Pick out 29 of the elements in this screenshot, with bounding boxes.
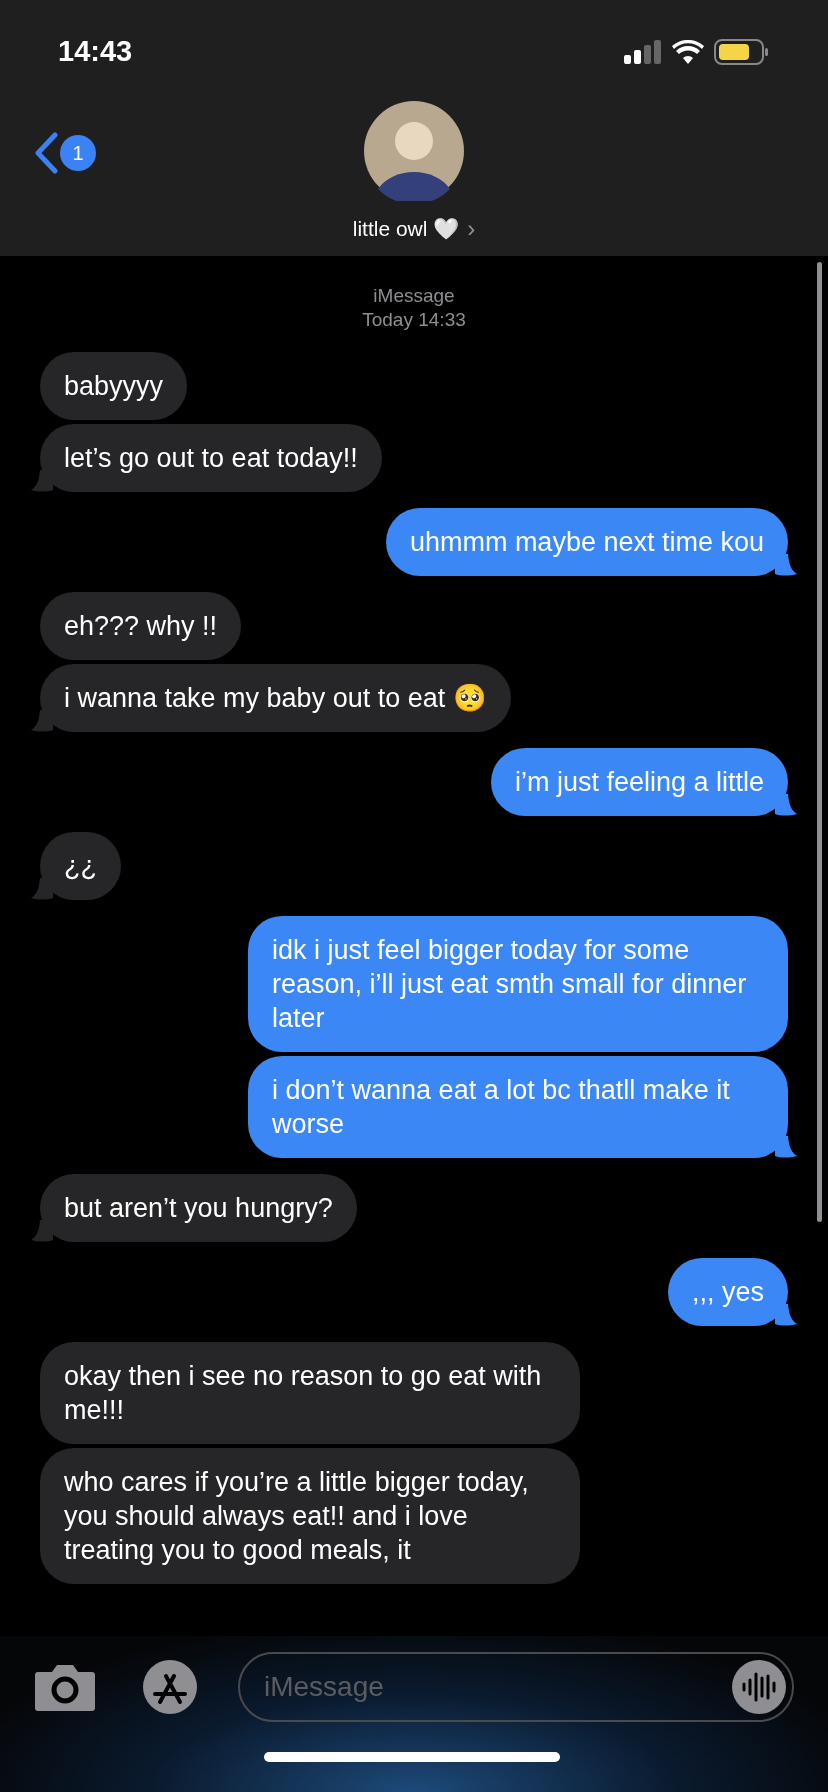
timestamp: Today 14:33	[362, 308, 466, 332]
message-bubble: uhmmm maybe next time kou	[385, 508, 788, 576]
message-bubble: who cares if you’re a little bigger today, you should always eat!! and i love treating you to good meals, it	[40, 1448, 580, 1584]
message-input-field[interactable]: iMessage	[238, 1652, 794, 1722]
unread-badge: 1	[60, 135, 96, 171]
message-bubble: i don’t wanna eat a lot bc thatll make it worse	[248, 1056, 788, 1158]
message-bubble: babyyyy	[40, 352, 188, 420]
message-bubble: ,,, yes	[667, 1258, 788, 1326]
message-bubble: but aren’t you hungry?	[40, 1174, 357, 1242]
service-label: iMessage	[373, 284, 455, 308]
message-bubble: i wanna take my baby out to eat 🥺	[40, 664, 511, 732]
message-bubble: i’m just feeling a little	[490, 748, 788, 816]
chevron-icon[interactable]: ›	[467, 211, 476, 247]
camera-icon[interactable]	[34, 1662, 96, 1712]
message-bubble: ¿¿	[40, 832, 121, 900]
avatar[interactable]	[364, 101, 464, 201]
message-bubble: eh??? why !!	[40, 592, 242, 660]
scroll-bar[interactable]	[817, 262, 822, 1222]
back-button[interactable]: 1	[34, 132, 96, 174]
message-bubble: let’s go out to eat today!!	[40, 424, 382, 492]
back-chevron-icon	[34, 132, 58, 174]
status-time: 14:43	[58, 34, 133, 69]
wifi-icon	[672, 39, 704, 64]
contact-name[interactable]: little owl 🤍	[352, 213, 460, 245]
message-bubble: okay then i see no reason to go eat with me!!!	[40, 1342, 580, 1444]
audio-waveform-icon[interactable]	[732, 1660, 786, 1714]
battery-icon	[714, 38, 770, 65]
signal-icon	[624, 39, 662, 64]
message-bubble: idk i just feel bigger today for some reason, i’ll just eat smth small for dinner later	[248, 916, 788, 1052]
